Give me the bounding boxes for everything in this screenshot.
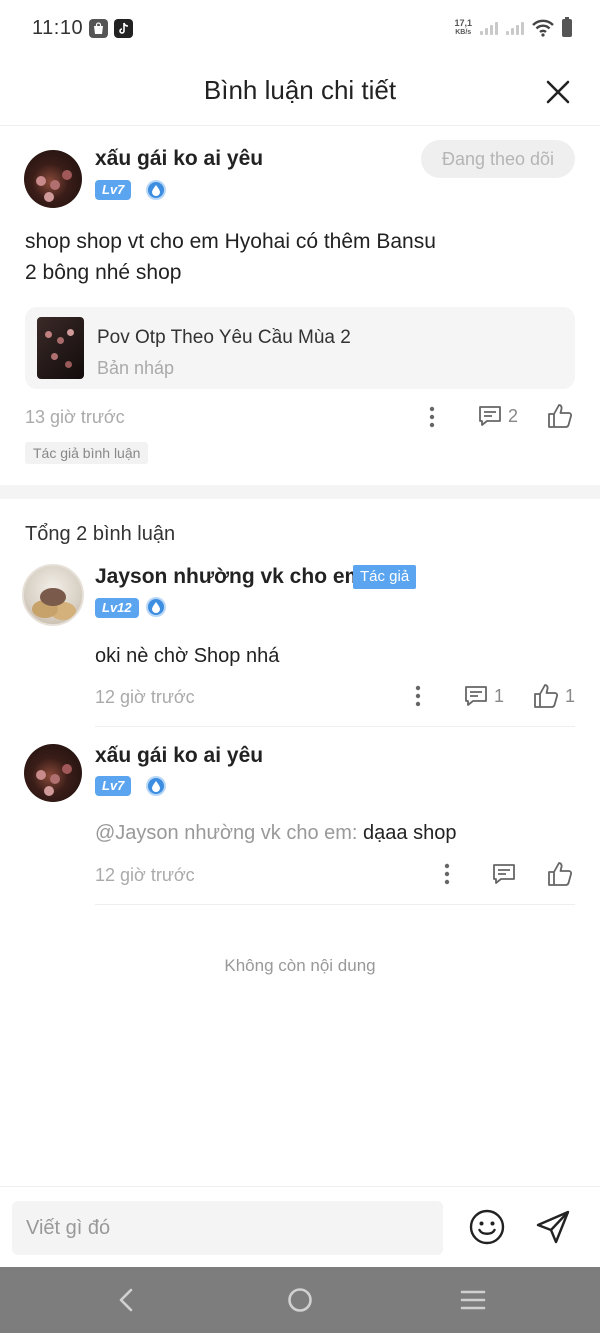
reply-count: 2	[508, 405, 519, 426]
follow-button[interactable]: Đang theo dõi	[421, 140, 575, 178]
battery-icon	[562, 17, 572, 37]
like-icon	[548, 404, 573, 428]
story-status: Bản nháp	[97, 358, 175, 378]
author-comment-tag: Tác giả bình luận	[25, 442, 149, 464]
water-drop-icon	[146, 180, 166, 200]
more-button[interactable]	[410, 684, 426, 708]
tiktok-icon	[114, 18, 134, 38]
section-divider	[0, 485, 600, 499]
linked-story-card[interactable]: Pov Otp Theo Yêu Cầu Mùa 2 Bản nháp	[25, 307, 575, 389]
more-icon	[429, 406, 435, 428]
send-button[interactable]	[534, 1208, 572, 1246]
more-icon	[415, 685, 421, 707]
emoji-button[interactable]	[468, 1208, 506, 1246]
signal-icon	[506, 21, 524, 35]
reply-text: oki nè chờ Shop nhá	[95, 645, 280, 667]
reply-text: @Jayson nhường vk cho em: dạaa shop	[95, 822, 457, 844]
like-icon	[548, 862, 573, 886]
user-name[interactable]: xấu gái ko ai yêu	[95, 744, 263, 768]
end-of-content-text: Không còn nội dung	[224, 956, 376, 975]
divider	[95, 904, 575, 905]
divider	[95, 726, 575, 727]
avatar[interactable]	[22, 564, 84, 626]
system-nav-bar	[0, 1267, 600, 1333]
avatar[interactable]	[24, 150, 82, 208]
reply-button[interactable]: 2	[478, 404, 518, 428]
level-badge: Lv12	[95, 598, 139, 618]
comment-icon	[479, 406, 501, 426]
comment-time: 13 giờ trước	[25, 407, 125, 427]
wifi-icon	[532, 19, 554, 37]
total-comments-label: Tổng 2 bình luận	[25, 523, 176, 545]
comment-input[interactable]	[12, 1201, 443, 1255]
comment-input-bar	[0, 1186, 600, 1267]
avatar[interactable]	[24, 744, 82, 802]
more-button[interactable]	[439, 862, 455, 886]
like-button[interactable]	[547, 403, 573, 429]
network-speed: 17,1 KB/s	[454, 18, 472, 37]
water-drop-icon	[146, 597, 166, 617]
reply-time: 12 giờ trước	[95, 687, 195, 707]
comment-text: shop shop vt cho em Hyohai có thêm Bansu…	[25, 230, 436, 284]
home-icon	[288, 1288, 312, 1312]
level-badge: Lv7	[95, 776, 132, 796]
status-time: 11:10	[32, 16, 84, 39]
reply-button[interactable]	[492, 862, 516, 886]
reply-time: 12 giờ trước	[95, 865, 195, 885]
page-header: Bình luận chi tiết	[0, 56, 600, 126]
home-button[interactable]	[285, 1285, 315, 1315]
like-icon	[534, 684, 559, 708]
close-icon	[546, 80, 570, 104]
reply-count: 1	[494, 685, 505, 706]
send-icon	[536, 1210, 570, 1244]
water-drop-icon	[146, 776, 166, 796]
story-cover	[37, 317, 84, 379]
like-count: 1	[565, 685, 576, 706]
back-button[interactable]	[112, 1285, 142, 1315]
story-title: Pov Otp Theo Yêu Cầu Mùa 2	[97, 327, 351, 348]
more-icon	[444, 863, 450, 885]
shopping-bag-icon	[89, 18, 109, 38]
reply-button[interactable]: 1	[464, 684, 504, 708]
menu-icon	[460, 1290, 486, 1310]
user-name[interactable]: Jayson nhường vk cho em	[95, 565, 363, 589]
comment-icon	[493, 864, 515, 884]
signal-icon	[480, 21, 498, 35]
more-button[interactable]	[424, 405, 440, 429]
page-title: Bình luận chi tiết	[203, 75, 397, 105]
like-button[interactable]	[547, 861, 573, 887]
author-chip: Tác giả	[353, 565, 417, 589]
emoji-icon	[469, 1209, 505, 1245]
recents-button[interactable]	[458, 1285, 488, 1315]
back-icon	[119, 1288, 133, 1312]
close-button[interactable]	[544, 78, 572, 106]
like-button[interactable]: 1	[533, 683, 575, 709]
level-badge: Lv7	[95, 180, 132, 200]
reply-mention[interactable]: @Jayson nhường vk cho em:	[95, 822, 363, 844]
main-comment: xấu gái ko ai yêu Lv7 Đang theo dõi shop…	[0, 127, 600, 483]
status-bar: 11:10 17,1 KB/s	[0, 0, 600, 56]
user-name[interactable]: xấu gái ko ai yêu	[95, 147, 263, 171]
comment-icon	[465, 686, 487, 706]
